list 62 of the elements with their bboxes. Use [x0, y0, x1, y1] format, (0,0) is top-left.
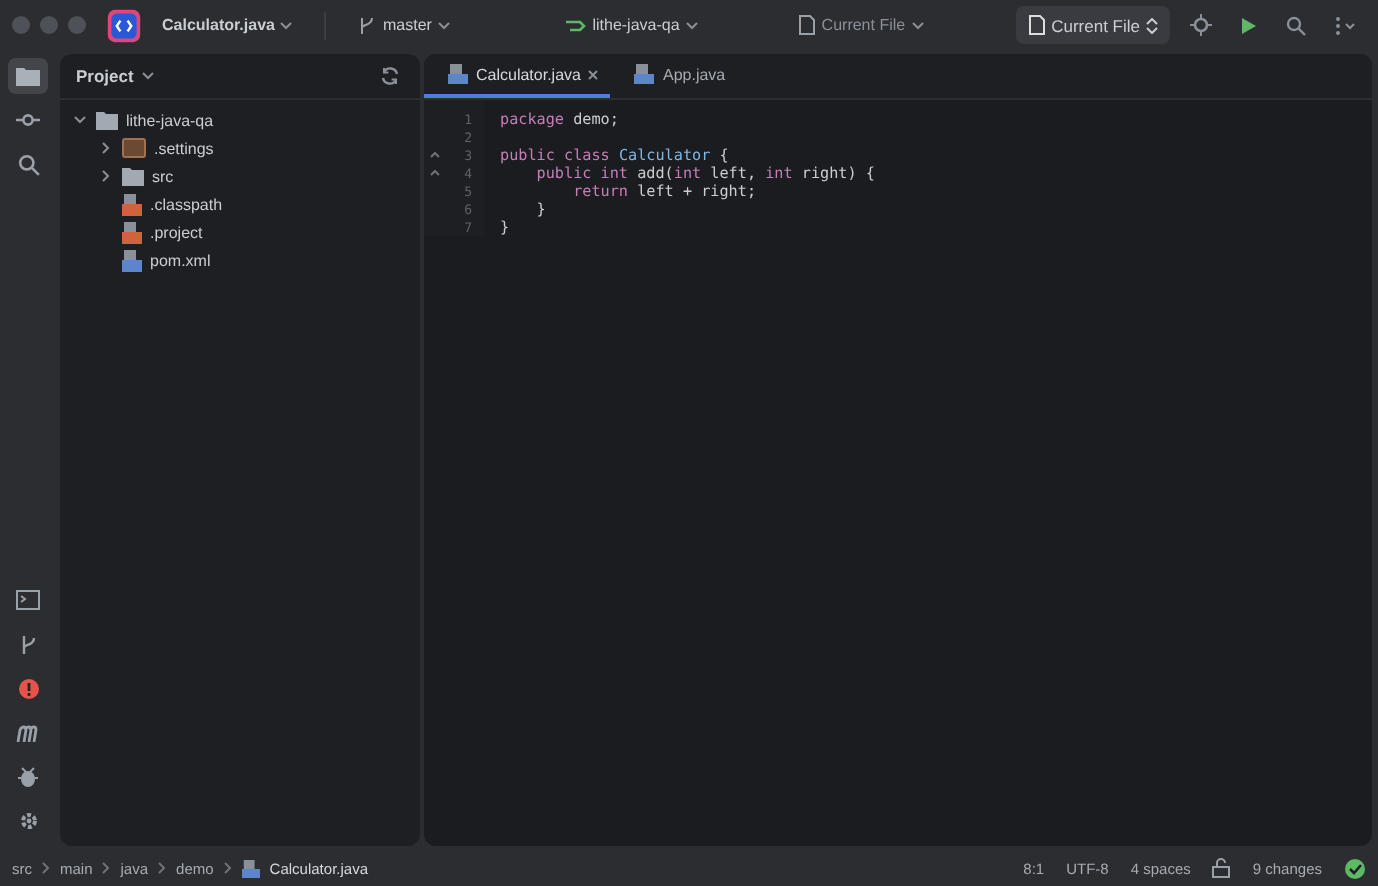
chevron-right-icon[interactable]	[102, 170, 110, 182]
config-dropdown[interactable]: Current File	[789, 10, 932, 40]
module-icon	[564, 15, 587, 35]
branch-switcher[interactable]: master	[350, 11, 458, 39]
project-switcher[interactable]: Calculator.java	[154, 12, 301, 38]
chevron-down-icon	[280, 21, 293, 29]
tree-item[interactable]: .project	[60, 218, 420, 246]
folder-icon	[16, 66, 40, 86]
file-icon	[122, 249, 142, 271]
bug-icon	[18, 765, 38, 787]
tab-label: App.java	[662, 65, 726, 83]
chevron-down-icon	[685, 21, 698, 29]
sync-icon[interactable]	[380, 66, 400, 86]
run-icon[interactable]	[1240, 15, 1258, 35]
tree-item[interactable]: .classpath	[60, 190, 420, 218]
file-icon	[634, 64, 655, 84]
app-logo-icon	[106, 7, 142, 43]
error-icon	[17, 677, 39, 699]
file-icon	[1027, 14, 1046, 36]
up-down-chevron-icon	[1146, 17, 1158, 33]
tree-item[interactable]: pom.xml	[60, 246, 420, 274]
file-icon	[797, 14, 816, 36]
tab-label: Calculator.java	[476, 65, 581, 83]
chevron-right-icon	[102, 862, 111, 874]
file-icon	[122, 193, 142, 215]
fold-icon[interactable]	[429, 152, 439, 158]
commit-icon	[16, 112, 40, 128]
editor-tab[interactable]: App.java	[610, 54, 738, 98]
folder-icon	[96, 111, 118, 129]
terminal-icon	[16, 590, 40, 610]
tree-item[interactable]: lithe-java-qa	[60, 106, 420, 134]
folder-icon	[122, 138, 146, 158]
panel-title[interactable]: Project	[76, 66, 154, 86]
file-icon	[241, 859, 260, 877]
search-icon	[17, 153, 39, 175]
folder-icon	[122, 167, 144, 185]
letter-m-icon	[16, 723, 40, 741]
project-tool-button[interactable]	[8, 58, 48, 94]
module-switcher[interactable]: lithe-java-qa	[556, 11, 706, 39]
more-icon[interactable]	[1334, 15, 1358, 35]
chevron-right-icon[interactable]	[102, 142, 110, 154]
debug-icon[interactable]	[1190, 14, 1212, 36]
file-icon	[122, 221, 142, 243]
lock-icon[interactable]	[1212, 858, 1231, 878]
chevron-down-icon	[911, 21, 924, 29]
chevron-down-icon	[141, 72, 154, 80]
search-icon[interactable]	[1286, 15, 1306, 35]
fold-icon[interactable]	[429, 170, 439, 176]
tree-item[interactable]: src	[60, 162, 420, 190]
close-icon[interactable]	[588, 69, 599, 79]
chevron-down-icon[interactable]	[74, 116, 86, 124]
branch-icon	[19, 633, 37, 655]
settings-icon	[17, 809, 39, 831]
chevron-right-icon	[42, 862, 50, 874]
chevron-down-icon	[437, 21, 450, 29]
run-configuration-selector[interactable]: Current File	[1015, 6, 1170, 44]
tree-item[interactable]: .settings	[60, 134, 420, 162]
branch-icon	[358, 15, 377, 35]
check-icon	[1344, 857, 1366, 879]
chevron-right-icon	[158, 862, 167, 874]
file-icon	[448, 64, 468, 84]
chevron-right-icon	[223, 862, 232, 874]
